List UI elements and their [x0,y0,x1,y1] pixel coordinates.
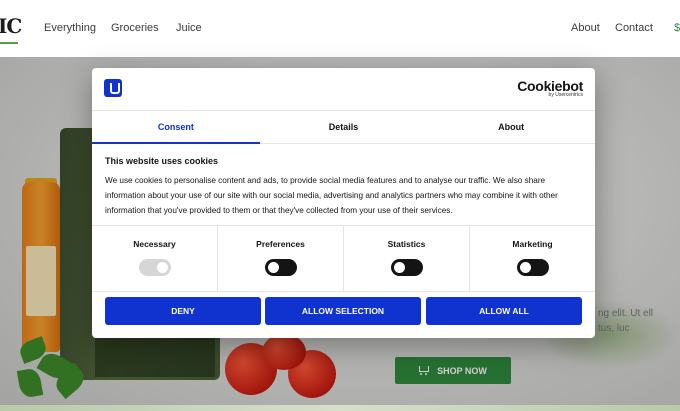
toggle-cell-necessary: Necessary [92,226,218,291]
site-logo[interactable]: IC [0,14,22,38]
nav-link-about[interactable]: About [571,22,600,34]
bottom-strip [0,405,680,411]
toggle-label-preferences: Preferences [256,239,305,249]
nav-link-juice[interactable]: Juice [176,22,202,34]
toggle-label-marketing: Marketing [512,239,553,249]
tab-consent[interactable]: Consent [92,111,260,144]
marketing-toggle[interactable] [516,259,549,276]
usercentrics-logo-icon [104,79,122,97]
dialog-title: This website uses cookies [105,156,219,166]
logo-underline [0,42,18,44]
toggle-cell-marketing: Marketing [470,226,595,291]
nav-link-groceries[interactable]: Groceries [111,22,159,34]
tab-details[interactable]: Details [260,111,428,143]
dialog-body-text: We use cookies to personalise content an… [105,176,558,215]
consent-tabs: Consent Details About [92,110,595,144]
allow-selection-button[interactable]: ALLOW SELECTION [265,297,421,325]
tab-about[interactable]: About [427,111,595,143]
nav-link-everything[interactable]: Everything [44,22,96,34]
toggle-label-statistics: Statistics [387,239,426,249]
preferences-toggle[interactable] [264,259,297,276]
consent-toggles: Necessary Preferences Statistics Marketi… [92,225,595,292]
cookie-consent-dialog: Cookiebot by Usercentrics Consent Detail… [92,68,595,338]
nav-link-contact[interactable]: Contact [615,22,653,34]
cart-amount[interactable]: $ [674,22,680,34]
necessary-toggle [138,259,171,276]
top-nav: IC Everything Groceries Juice About Cont… [0,0,680,58]
toggle-cell-statistics: Statistics [344,226,470,291]
toggle-label-necessary: Necessary [133,239,176,249]
toggle-cell-preferences: Preferences [218,226,344,291]
deny-button[interactable]: DENY [105,297,261,325]
allow-all-button[interactable]: ALLOW ALL [426,297,582,325]
statistics-toggle[interactable] [390,259,423,276]
cookiebot-brand: Cookiebot by Usercentrics [517,78,583,98]
